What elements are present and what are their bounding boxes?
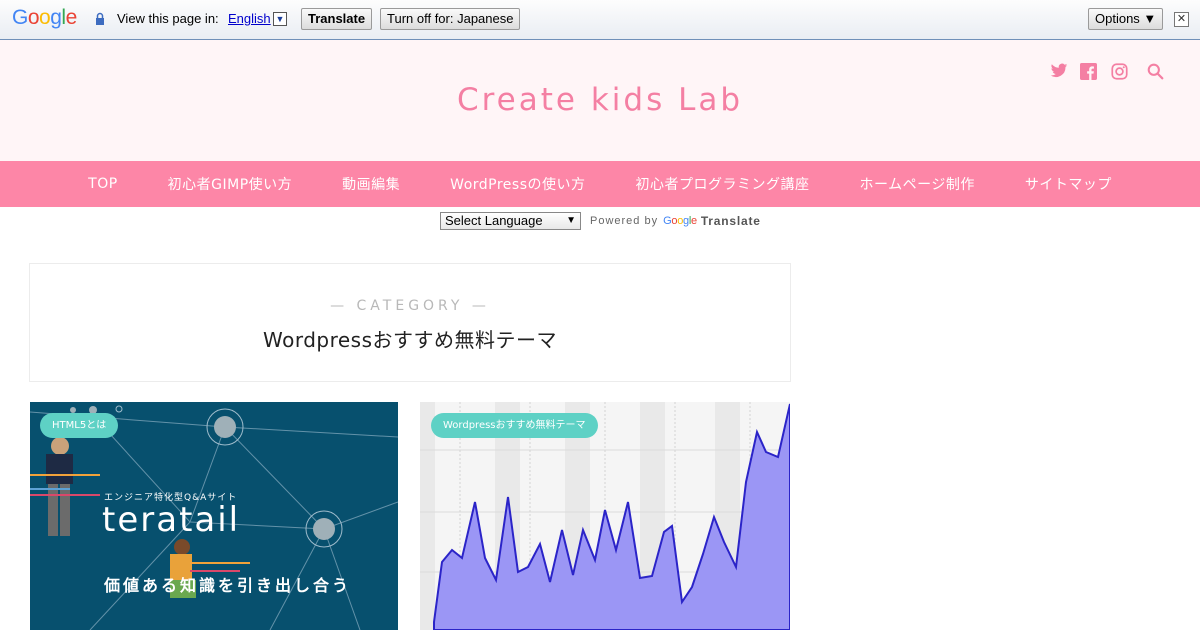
google-small-logo[interactable]: Google bbox=[663, 215, 697, 227]
nav-item-top[interactable]: TOP bbox=[63, 176, 143, 192]
view-page-label: View this page in: bbox=[117, 11, 219, 26]
language-dropdown[interactable]: ▼ bbox=[273, 12, 287, 26]
lock-icon bbox=[96, 12, 104, 25]
translate-link[interactable]: Translate bbox=[701, 214, 761, 228]
nav-item-gimp[interactable]: 初心者GIMP使い方 bbox=[143, 174, 318, 194]
nav-item-homepage[interactable]: ホームページ制作 bbox=[835, 174, 1000, 194]
article-card-teratail[interactable]: HTML5とは エンジニア特化型Q&Aサイト teratail 価値ある知識を引… bbox=[30, 402, 398, 630]
nav-item-sitemap[interactable]: サイトマップ bbox=[1000, 174, 1137, 194]
site-title[interactable]: Create kids Lab bbox=[0, 82, 1200, 118]
twitter-icon[interactable] bbox=[1050, 62, 1068, 80]
card-category-badge[interactable]: Wordpressおすすめ無料テーマ bbox=[431, 413, 598, 438]
article-card-wordpress-theme[interactable]: Wordpressおすすめ無料テーマ bbox=[420, 402, 790, 630]
language-link[interactable]: English bbox=[228, 11, 271, 26]
language-select[interactable]: Select Language ▼ bbox=[440, 212, 581, 230]
options-button[interactable]: Options ▼ bbox=[1088, 8, 1164, 30]
nav-item-wordpress[interactable]: WordPressの使い方 bbox=[425, 174, 610, 194]
chevron-down-icon: ▼ bbox=[566, 215, 576, 226]
card-category-badge[interactable]: HTML5とは bbox=[40, 413, 119, 438]
card-image-catchphrase: 価値ある知識を引き出し合う bbox=[104, 576, 352, 595]
category-header: — CATEGORY — Wordpressおすすめ無料テーマ bbox=[29, 263, 791, 382]
powered-by-label: Powered by bbox=[590, 215, 659, 227]
language-widget: Select Language ▼ Powered by Google Tran… bbox=[440, 211, 761, 231]
category-title: Wordpressおすすめ無料テーマ bbox=[262, 328, 558, 352]
facebook-icon[interactable] bbox=[1079, 62, 1097, 80]
google-logo: Google bbox=[12, 6, 77, 29]
search-icon[interactable] bbox=[1146, 62, 1164, 80]
translate-button[interactable]: Translate bbox=[301, 8, 373, 30]
turn-off-button[interactable]: Turn off for: Japanese bbox=[380, 8, 521, 30]
card-image-brand: teratail bbox=[102, 500, 241, 540]
category-label: — CATEGORY — bbox=[330, 298, 490, 314]
site-header: Create kids Lab bbox=[0, 40, 1200, 161]
main-nav: TOP 初心者GIMP使い方 動画編集 WordPressの使い方 初心者プログ… bbox=[0, 161, 1200, 207]
instagram-icon[interactable] bbox=[1110, 62, 1128, 80]
close-icon[interactable]: ✕ bbox=[1174, 12, 1189, 27]
translate-bar: Google View this page in: English ▼ Tran… bbox=[0, 0, 1200, 40]
language-select-label: Select Language bbox=[445, 213, 543, 228]
nav-item-video[interactable]: 動画編集 bbox=[317, 174, 425, 194]
nav-item-programming[interactable]: 初心者プログラミング講座 bbox=[611, 174, 835, 194]
